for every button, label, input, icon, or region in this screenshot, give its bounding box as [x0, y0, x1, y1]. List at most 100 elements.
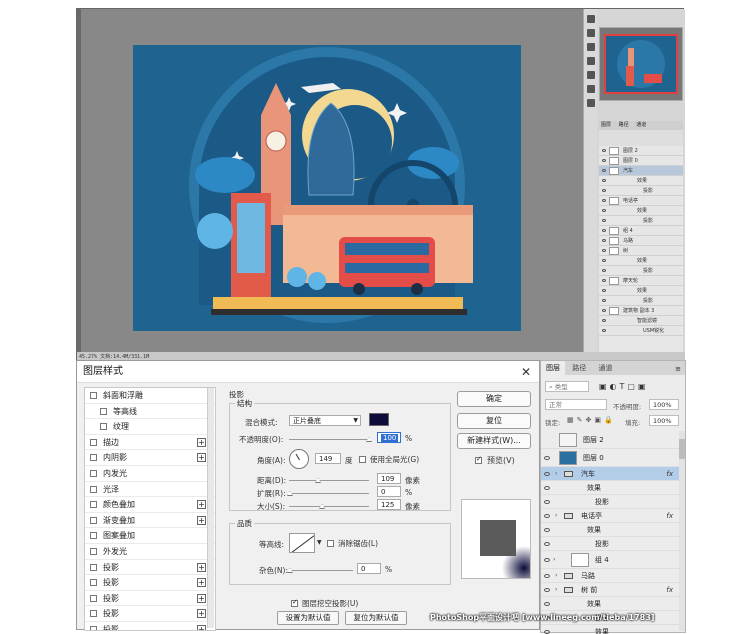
style-checkbox[interactable] — [90, 563, 97, 571]
style-item[interactable]: 等高线 — [85, 404, 215, 420]
mini-layer-row[interactable]: 图层 2 — [599, 146, 683, 156]
opacity-slider[interactable] — [289, 437, 372, 442]
style-item[interactable]: 纹理 — [85, 419, 215, 435]
style-item[interactable]: 投影 + — [85, 606, 215, 622]
eye-icon[interactable] — [544, 514, 550, 518]
mini-layer-row[interactable]: 效果 — [599, 256, 683, 266]
mini-layer-row[interactable]: 建筑物 副本 3 — [599, 306, 683, 316]
reset-button[interactable]: 复位 — [457, 413, 531, 429]
mini-layer-row[interactable]: 树 — [599, 246, 683, 256]
eye-icon[interactable] — [602, 199, 606, 202]
style-checkbox[interactable] — [90, 594, 97, 602]
noise-input[interactable]: 0 — [357, 563, 381, 574]
mini-layer-row[interactable]: 效果 — [599, 286, 683, 296]
add-style-icon[interactable]: + — [197, 609, 206, 619]
layer-row[interactable]: 投影 — [541, 495, 679, 509]
close-icon[interactable]: ✕ — [515, 361, 537, 383]
style-checkbox[interactable] — [90, 501, 97, 509]
eye-icon[interactable] — [602, 189, 606, 192]
eye-icon[interactable] — [544, 456, 550, 460]
style-checkbox[interactable] — [90, 547, 97, 555]
style-item[interactable]: 渐变叠加 + — [85, 513, 215, 529]
style-checkbox[interactable] — [90, 625, 97, 630]
layers-scrollbar-thumb[interactable] — [679, 439, 685, 459]
layer-row[interactable]: 图层 0 — [541, 449, 679, 467]
reset-default-button[interactable]: 复位为默认值 — [345, 611, 407, 625]
filter-icons[interactable]: ▣◐T▢▣ — [599, 382, 649, 391]
style-item[interactable]: 外发光 — [85, 544, 215, 560]
mini-layer-row[interactable]: 汽车 — [599, 166, 683, 176]
blend-mode-select[interactable]: 正片叠底 ▼ — [289, 415, 361, 426]
distance-input[interactable]: 109 — [377, 473, 401, 484]
mini-layer-row[interactable]: 组 4 — [599, 226, 683, 236]
mini-layer-row[interactable]: 投影 — [599, 296, 683, 306]
opacity-input[interactable]: 100 — [377, 432, 401, 443]
layer-row[interactable]: 投影 — [541, 537, 679, 551]
style-item[interactable]: 光泽 — [85, 482, 215, 498]
preview-checkbox[interactable] — [475, 455, 482, 464]
eye-icon[interactable] — [602, 229, 606, 232]
spread-slider[interactable] — [287, 491, 369, 496]
style-item[interactable]: 描边 + — [85, 435, 215, 451]
mini-layer-row[interactable]: 马路 — [599, 236, 683, 246]
style-checkbox[interactable] — [90, 532, 97, 540]
mini-layer-row[interactable]: 电话亭 — [599, 196, 683, 206]
eye-icon[interactable] — [602, 149, 606, 152]
layer-row[interactable]: › 马路 — [541, 569, 679, 583]
layers-scrollbar[interactable] — [679, 431, 685, 631]
style-item[interactable]: 投影 + — [85, 560, 215, 576]
layer-row[interactable]: › 电话亭 fx — [541, 509, 679, 523]
eye-icon[interactable] — [544, 558, 550, 562]
character-icon[interactable] — [586, 57, 595, 65]
style-checkbox[interactable] — [90, 392, 97, 399]
eye-icon[interactable] — [602, 169, 606, 172]
style-checkbox[interactable] — [90, 610, 97, 618]
history-icon[interactable] — [586, 15, 595, 23]
add-style-icon[interactable]: + — [197, 578, 206, 588]
style-checkbox[interactable] — [90, 579, 97, 587]
eye-icon[interactable] — [602, 219, 606, 222]
lock-icons[interactable]: ▦✎✥▣🔒 — [567, 416, 616, 424]
add-style-icon[interactable]: + — [197, 515, 206, 525]
layer-kind-filter[interactable]: ⌕ 类型 — [545, 381, 589, 392]
mini-layer-row[interactable]: 摩天轮 — [599, 276, 683, 286]
eye-icon[interactable] — [602, 319, 606, 322]
navigator-panel[interactable] — [599, 27, 683, 101]
eye-icon[interactable] — [602, 279, 606, 282]
tab-layers[interactable]: 图层 — [541, 361, 565, 375]
style-item[interactable]: 内阴影 + — [85, 450, 215, 466]
mini-tab-channels[interactable]: 通道 — [636, 122, 646, 128]
fill-input[interactable]: 100% — [649, 415, 679, 426]
tool-strip[interactable] — [77, 9, 81, 361]
distance-slider[interactable] — [289, 478, 369, 483]
mini-layer-row[interactable]: 效果 — [599, 206, 683, 216]
fx-badge[interactable]: fx — [666, 467, 673, 481]
expand-caret-icon[interactable]: › — [555, 583, 557, 597]
add-style-icon[interactable]: + — [197, 593, 206, 603]
layer-row[interactable]: 效果 — [541, 597, 679, 611]
eye-icon[interactable] — [544, 472, 550, 476]
eye-icon[interactable] — [544, 486, 550, 490]
mini-layer-row[interactable]: 投影 — [599, 186, 683, 196]
eye-icon[interactable] — [602, 239, 606, 242]
style-checkbox[interactable] — [90, 485, 97, 493]
expand-caret-icon[interactable]: › — [553, 551, 555, 569]
eye-icon[interactable] — [544, 500, 550, 504]
make-default-button[interactable]: 设置为默认值 — [277, 611, 339, 625]
adjustments-icon[interactable] — [586, 99, 595, 107]
tab-channels[interactable]: 通道 — [593, 361, 617, 375]
angle-dial[interactable] — [289, 449, 309, 469]
chevron-down-icon[interactable]: ▼ — [317, 539, 322, 546]
fx-badge[interactable]: fx — [666, 583, 673, 597]
expand-caret-icon[interactable]: › — [555, 509, 557, 523]
eye-icon[interactable] — [602, 329, 606, 332]
eye-icon[interactable] — [544, 602, 550, 606]
mini-layer-row[interactable]: 投影 — [599, 266, 683, 276]
style-checkbox[interactable] — [100, 423, 107, 431]
style-item[interactable]: 内发光 — [85, 466, 215, 482]
fx-badge[interactable]: fx — [666, 509, 673, 523]
add-style-icon[interactable]: + — [197, 500, 206, 510]
expand-caret-icon[interactable]: › — [555, 569, 557, 583]
style-item[interactable]: 斜面和浮雕 — [85, 388, 215, 404]
brush-icon[interactable] — [586, 43, 595, 51]
